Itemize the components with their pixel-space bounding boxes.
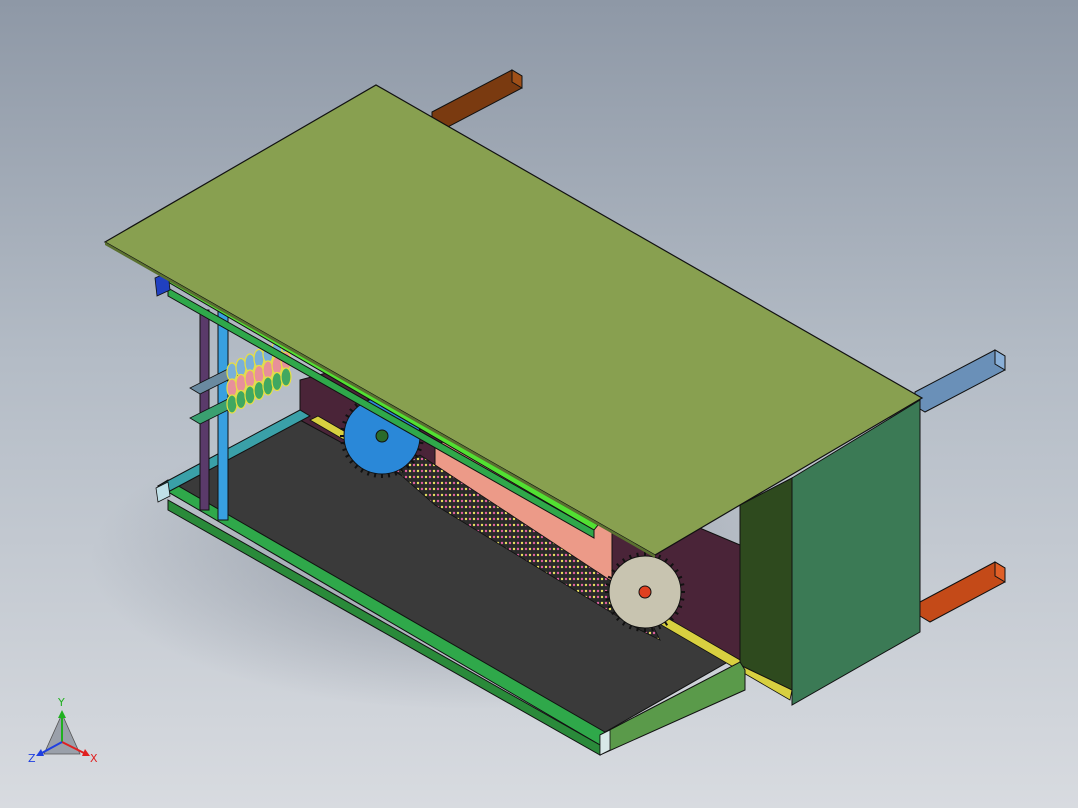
rod-blue[interactable] bbox=[914, 349, 1006, 413]
model-view[interactable]: Y X Z bbox=[0, 0, 1078, 808]
x-axis-label: X bbox=[90, 752, 98, 765]
end-box-inner[interactable] bbox=[739, 477, 793, 691]
rod-orange[interactable] bbox=[919, 561, 1006, 623]
sprocket-gray[interactable] bbox=[605, 552, 685, 632]
spring-coil bbox=[280, 367, 292, 387]
post-cyan[interactable] bbox=[217, 309, 229, 521]
cad-viewport[interactable]: Y X Z bbox=[0, 0, 1078, 808]
rod-brown[interactable] bbox=[431, 69, 523, 131]
z-axis-label: Z bbox=[28, 752, 36, 765]
coordinate-triad[interactable]: Y X Z bbox=[28, 696, 98, 765]
y-axis-label: Y bbox=[57, 696, 65, 709]
